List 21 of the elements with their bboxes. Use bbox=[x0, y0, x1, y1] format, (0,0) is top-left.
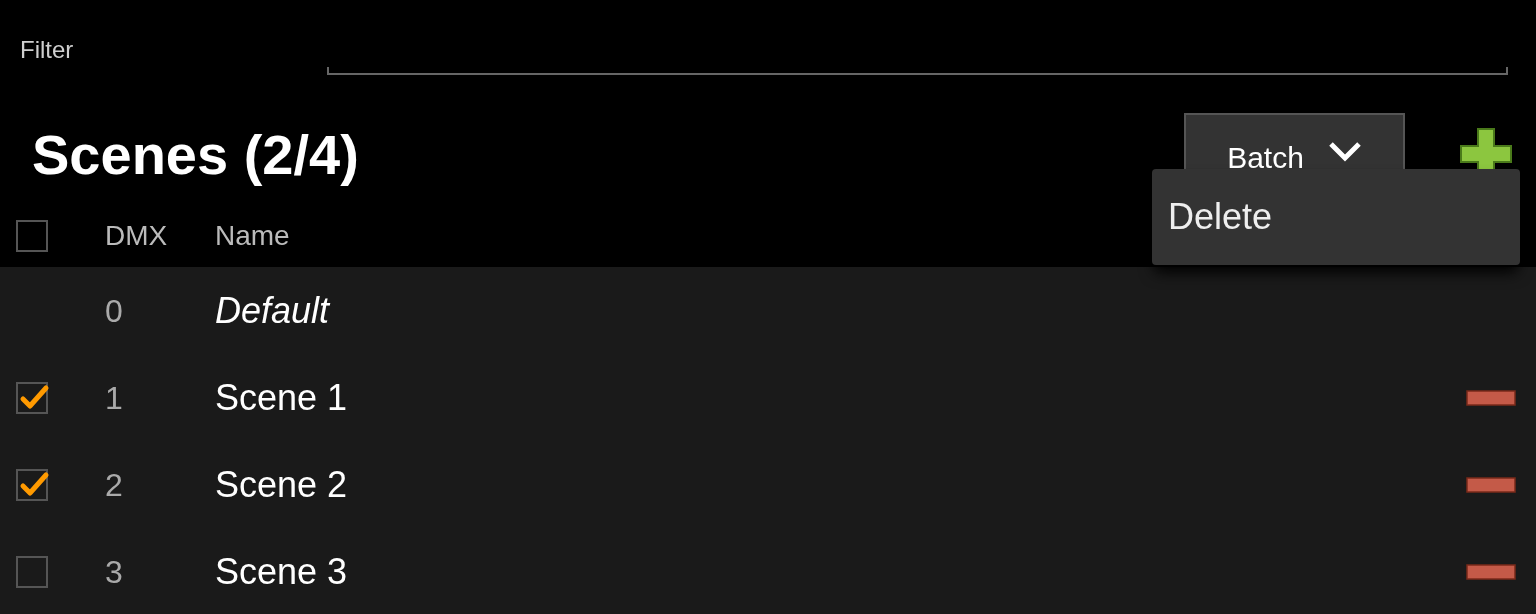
checkbox[interactable] bbox=[16, 555, 48, 588]
remove-icon[interactable] bbox=[1466, 563, 1516, 580]
column-header: DMX bbox=[105, 219, 169, 253]
scene-name: Scene 2 bbox=[215, 462, 349, 507]
dmx-number: 0 bbox=[105, 291, 124, 331]
column-header: Name bbox=[215, 219, 290, 253]
scene-name: Scene 1 bbox=[215, 375, 349, 420]
chevron-down-icon bbox=[1327, 141, 1362, 163]
dmx-number: 1 bbox=[105, 378, 124, 418]
checkbox[interactable] bbox=[16, 468, 48, 501]
scene-name: Scene 3 bbox=[215, 549, 349, 594]
filter-label: Filter bbox=[20, 35, 75, 65]
remove-icon[interactable] bbox=[1466, 476, 1516, 493]
remove-icon[interactable] bbox=[1466, 389, 1516, 406]
checkbox[interactable] bbox=[16, 220, 48, 252]
scenes-title: Scenes (2/4) bbox=[32, 123, 359, 187]
dmx-number: 3 bbox=[105, 552, 124, 592]
scene-name: Default bbox=[215, 288, 332, 333]
checkbox[interactable] bbox=[16, 381, 48, 414]
menu-item[interactable]: Delete bbox=[1152, 169, 1520, 265]
dmx-number: 2 bbox=[105, 465, 124, 505]
